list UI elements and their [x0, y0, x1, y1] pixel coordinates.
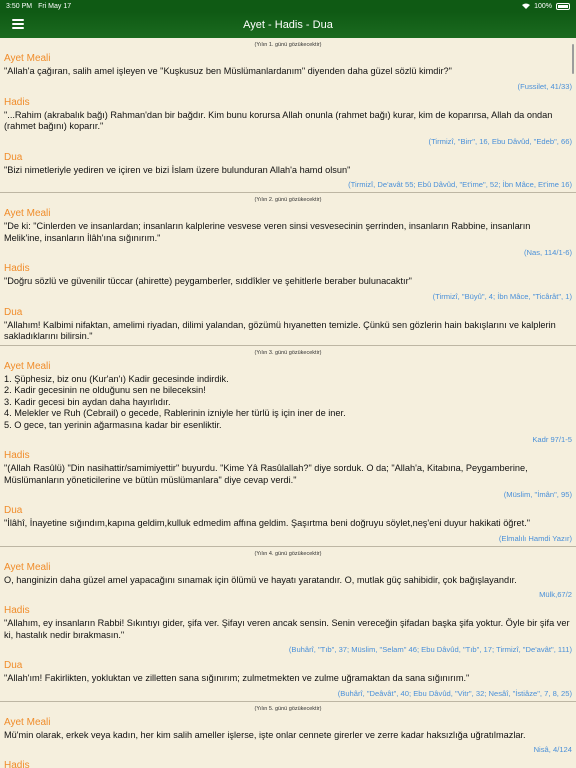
- section-title: Ayet Meali: [4, 716, 51, 728]
- verse-line: 5. O gece, tan yerinin ağarmasına kadar …: [4, 419, 222, 430]
- status-time: 3:50 PM: [6, 2, 33, 10]
- section-source: (Fussilet, 41/33): [517, 81, 572, 91]
- section-source: (Tirmizî, "Büyû", 4; İbn Mâce, "Ticârât"…: [432, 291, 572, 301]
- section-source: (Buhârî, "Tıb", 37; Müslim, "Selam" 46; …: [288, 645, 572, 654]
- scrollbar[interactable]: [572, 44, 574, 74]
- section-text: "...Rahim (akrabalık bağı) Rahman'dan bi…: [4, 109, 553, 132]
- section-text: "(Allah Rasûlü) "Din nasihattir/samimiye…: [4, 463, 528, 485]
- section-source: Mülk,67/2: [539, 590, 572, 599]
- section-title: Dua: [4, 151, 23, 163]
- battery-icon: [556, 2, 570, 10]
- day-block: (Yılın 2. günü gözükecektir) Ayet Meali "D…: [0, 193, 576, 346]
- verse-line: 2. Kadir gecesinin ne olduğunu sen ne bi…: [4, 385, 206, 395]
- section-text: "De ki: "Cinlerden ve insanlardan; insan…: [4, 221, 531, 243]
- section-source: (Elmalılı Hamdi Yazır): [498, 533, 572, 543]
- section-source: (Tirmizî, De'avât 55; Ebû Dâvûd, "Et'ime…: [348, 180, 572, 189]
- battery-percent: 100%: [534, 2, 552, 10]
- section-title: Hadis: [4, 263, 30, 274]
- section-text: "İlâhî, İnayetine sığındım,kapına geldim…: [4, 518, 530, 528]
- nav-bar: Ayet - Hadis - Dua: [0, 12, 576, 38]
- section-source: (Tirmizî, "Birr", 16, Ebu Dâvûd, "Edeb",…: [428, 136, 572, 146]
- status-date: Fri May 17: [38, 2, 72, 10]
- section-text: "Allah'ım! Fakirlikten, yokluktan ve zil…: [4, 673, 470, 683]
- section-title: Ayet Meali: [4, 360, 51, 372]
- section-text: "Bizi nimetleriyle yediren ve içiren ve …: [4, 164, 351, 175]
- day-label: (Yılın 5. günü gözükecektir): [254, 705, 322, 712]
- section-source: (Nas, 114/1-6): [524, 248, 572, 257]
- section-title: Dua: [4, 505, 23, 516]
- section-source: Nisâ, 4/124: [533, 745, 572, 754]
- wifi-icon: [522, 3, 531, 9]
- day-label: (Yılın 2. günü gözükecektir): [254, 197, 322, 203]
- section-title: Dua: [4, 306, 23, 318]
- section-title: Dua: [4, 660, 23, 671]
- day-block: (Yılın 5. günü gözükecektir) Ayet Meali Mü…: [0, 702, 576, 768]
- section-title: Hadis: [4, 96, 30, 108]
- day-block: (Yılın 4. günü gözükecektir) Ayet Meali O,…: [0, 547, 576, 702]
- section-title: Hadis: [4, 760, 30, 768]
- verse-line: 1. Şüphesiz, biz onu (Kur'an'ı) Kadir ge…: [4, 373, 229, 384]
- day-label: (Yılın 1. günü gözükecektir): [254, 42, 322, 48]
- section-text: "Doğru sözlü ve güvenilir tüccar (ahiret…: [4, 276, 412, 286]
- status-right: 100%: [522, 2, 570, 10]
- section-text: "Allahım, ey insanların Rabbi! Sıkıntıyı…: [4, 618, 570, 640]
- day-block: (Yılın 1. günü gözükecektir) Ayet Meali "A…: [0, 38, 576, 193]
- verse-line: 3. Kadir gecesi bin aydan daha hayırlıdı…: [4, 396, 171, 407]
- section-text: O, hanginizin daha güzel amel yapacağını…: [4, 574, 517, 585]
- day-label: (Yılın 4. günü gözükecektir): [254, 550, 322, 557]
- section-title: Ayet Meali: [4, 208, 51, 219]
- section-source: Kadr 97/1-5: [532, 435, 572, 444]
- day-label: (Yılın 3. günü gözükecektir): [254, 349, 322, 356]
- content-list[interactable]: (Yılın 1. günü gözükecektir) Ayet Meali "A…: [0, 38, 576, 768]
- page-title: Ayet - Hadis - Dua: [243, 19, 333, 31]
- section-source: (Buhârî, "Deâvât", 40; Ebu Dâvûd, "Vitr"…: [337, 688, 572, 698]
- section-text: Mü'min olarak, erkek veya kadın, her kim…: [4, 729, 526, 740]
- section-title: Hadis: [4, 450, 30, 461]
- section-title: Ayet Meali: [4, 561, 51, 573]
- verse-line: 4. Melekler ve Ruh (Cebrail) o gecede, R…: [4, 408, 346, 418]
- section-source: (Müslim, "İmân", 95): [503, 490, 572, 499]
- section-title: Ayet Meali: [4, 53, 51, 64]
- section-text: "Allah'a çağıran, salih amel işleyen ve …: [4, 66, 452, 76]
- section-title: Hadis: [4, 605, 30, 616]
- day-block: (Yılın 3. günü gözükecektir) Ayet Meali 1.…: [0, 346, 576, 547]
- status-bar: 3:50 PM Fri May 17 100%: [0, 0, 576, 12]
- menu-icon[interactable]: [12, 19, 24, 29]
- section-text: 1. Şüphesiz, biz onu (Kur'an'ı) Kadir ge…: [0, 374, 576, 432]
- section-text: "Allahım! Kalbimi nifaktan, amelimi riya…: [4, 319, 556, 342]
